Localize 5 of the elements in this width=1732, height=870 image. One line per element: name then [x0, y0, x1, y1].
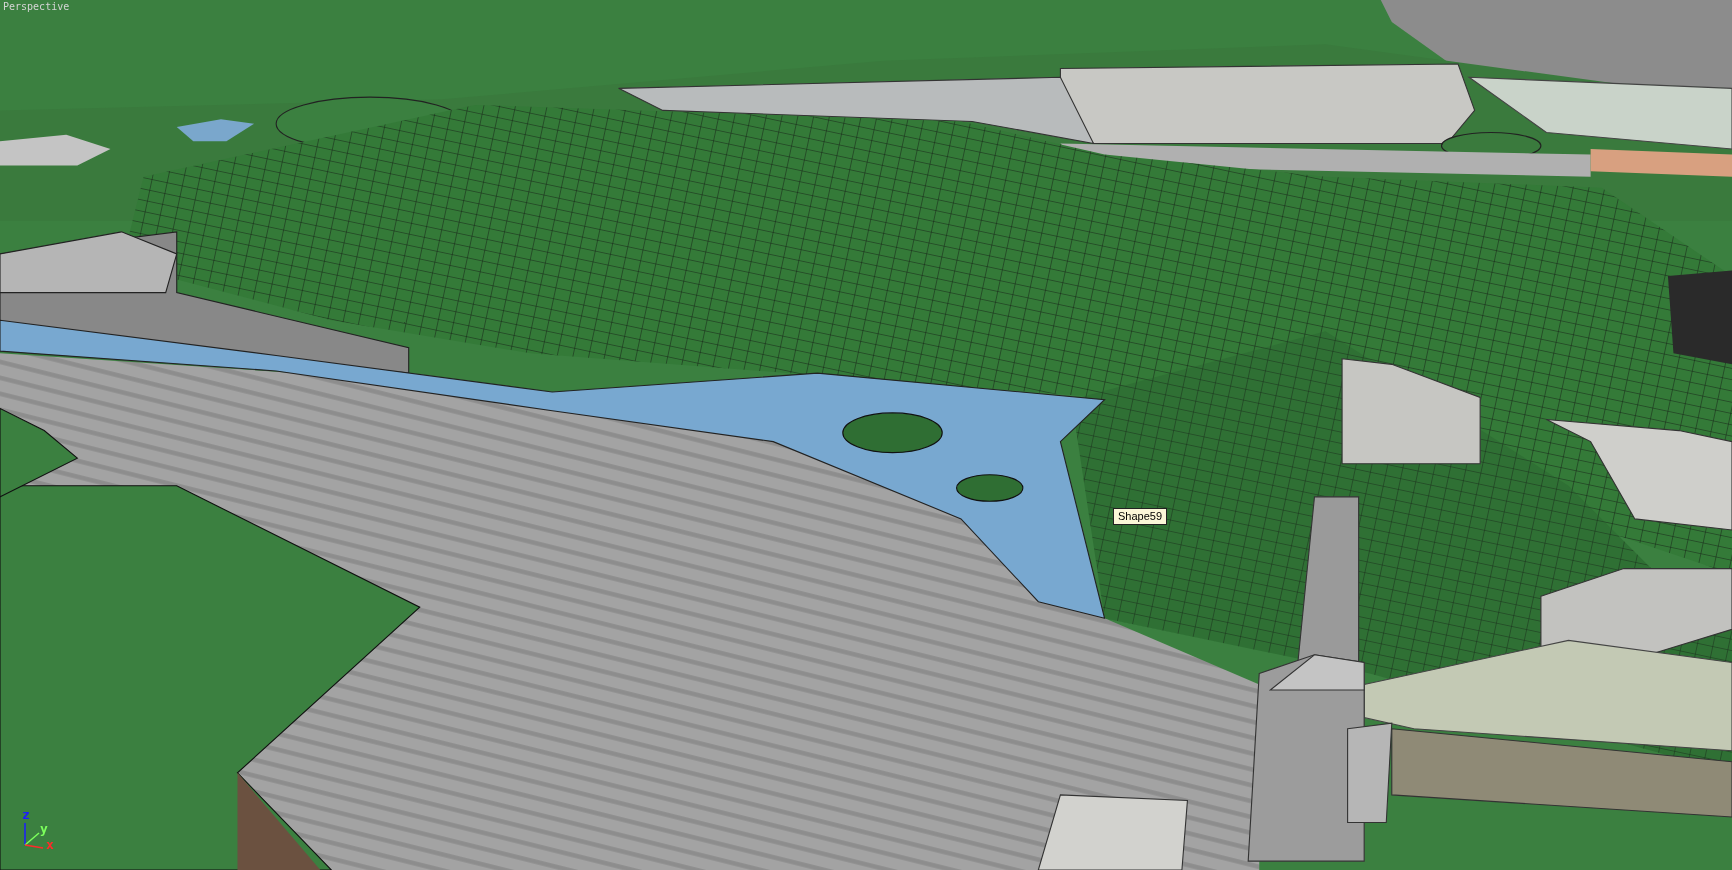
object-name-tooltip: Shape59 — [1113, 508, 1168, 525]
axis-label: z — [22, 808, 30, 821]
axis-label: x — [46, 838, 54, 851]
3d-viewport[interactable]: Perspective Shape59 z y x — [0, 0, 1732, 870]
axis-label: y — [40, 822, 48, 835]
